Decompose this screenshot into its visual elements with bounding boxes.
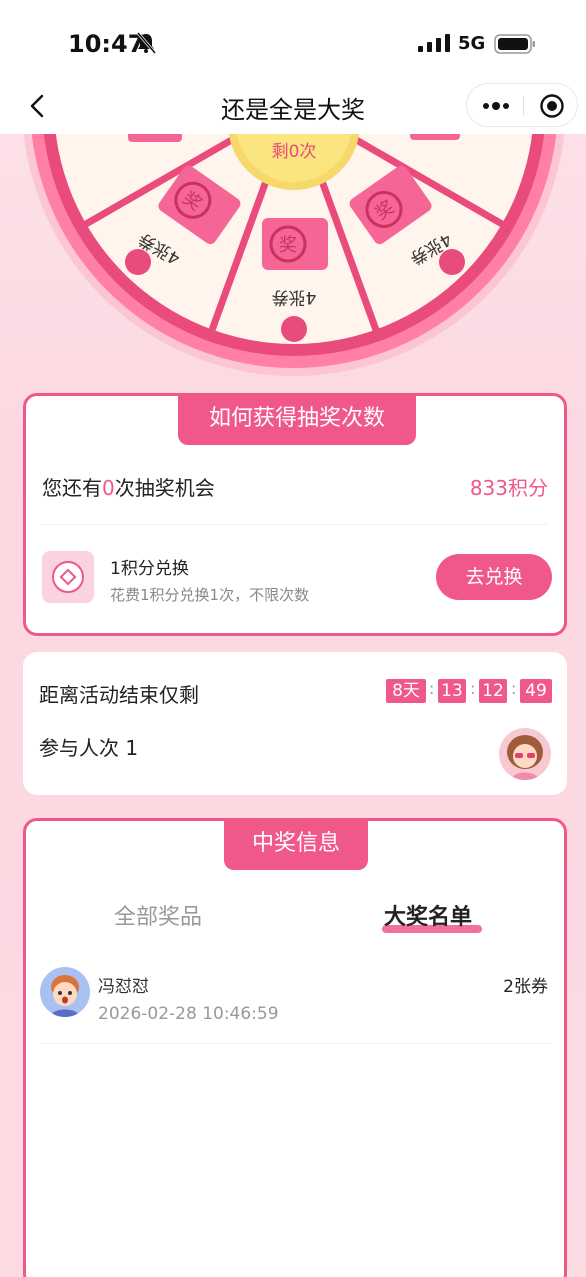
battery-icon xyxy=(494,34,535,54)
winners-panel: 中奖信息 全部奖品 大奖名单 冯怼怼 2026-02-28 10:46:59 2… xyxy=(23,818,567,1277)
chances-prefix: 您还有 xyxy=(42,476,102,500)
winner-time: 2026-02-28 10:46:59 xyxy=(98,1004,279,1024)
signal-icon xyxy=(418,34,450,52)
countdown-days: 8天 xyxy=(386,679,426,703)
divider xyxy=(42,524,548,525)
countdown-label: 距离活动结束仅剩 xyxy=(39,683,199,707)
exchange-description: 花费1积分兑换1次，不限次数 xyxy=(110,586,310,604)
capsule-divider xyxy=(523,96,524,116)
chances-panel: 如何获得抽奖次数 您还有0次抽奖机会 833积分 1积分兑换 花费1积分兑换1次… xyxy=(23,393,567,636)
more-icon[interactable] xyxy=(481,96,511,116)
svg-text:奖: 奖 xyxy=(279,235,297,256)
winner-prize: 2张券 xyxy=(503,977,548,997)
winners-ribbon-title: 中奖信息 xyxy=(224,818,368,870)
countdown-separator: : xyxy=(429,679,435,698)
status-bar: 10:47 5G xyxy=(0,0,586,80)
bell-muted-icon xyxy=(136,32,156,54)
wheel-graphic: 奖 奖 奖 4张券 4张券 4张券 剩0次 xyxy=(23,134,565,376)
countdown-hours: 13 xyxy=(438,679,466,703)
participants-count: 参与人次 1 xyxy=(39,736,139,760)
tab-all-prizes[interactable]: 全部奖品 xyxy=(114,899,202,931)
tab-grand-prize-list[interactable]: 大奖名单 xyxy=(384,899,472,931)
countdown-separator: : xyxy=(470,679,476,698)
chances-count: 0 xyxy=(102,476,115,500)
wheel-segment-label: 4张券 xyxy=(272,287,317,307)
countdown-separator: : xyxy=(511,679,517,698)
chances-ribbon-title: 如何获得抽奖次数 xyxy=(178,393,416,445)
network-type: 5G xyxy=(458,33,486,54)
exchange-button[interactable]: 去兑换 xyxy=(436,554,552,600)
chances-text: 您还有0次抽奖机会 xyxy=(42,472,215,501)
countdown-seconds: 49 xyxy=(520,679,552,703)
activity-panel: 距离活动结束仅剩 8天 : 13 : 12 : 49 参与人次 1 xyxy=(23,652,567,795)
ticket-icon: 奖 xyxy=(262,218,328,270)
lottery-wheel[interactable]: 奖 奖 奖 4张券 4张券 4张券 剩0次 xyxy=(0,134,586,384)
status-time: 10:47 xyxy=(68,30,145,58)
wheel-remaining-label: 剩0次 xyxy=(272,142,317,162)
close-miniprogram-icon[interactable] xyxy=(539,93,565,119)
divider xyxy=(40,1043,550,1044)
points-balance: 833积分 xyxy=(469,476,548,500)
points-coin-icon xyxy=(42,551,94,603)
nav-bar: 还是全是大奖 xyxy=(0,80,586,134)
countdown-minutes: 12 xyxy=(479,679,507,703)
exchange-title: 1积分兑换 xyxy=(110,559,189,579)
winner-name: 冯怼怼 xyxy=(98,977,149,997)
winner-avatar xyxy=(40,967,90,1017)
chances-suffix: 次抽奖机会 xyxy=(114,476,215,500)
participant-avatar[interactable] xyxy=(499,728,551,780)
mini-program-capsule xyxy=(466,83,578,127)
